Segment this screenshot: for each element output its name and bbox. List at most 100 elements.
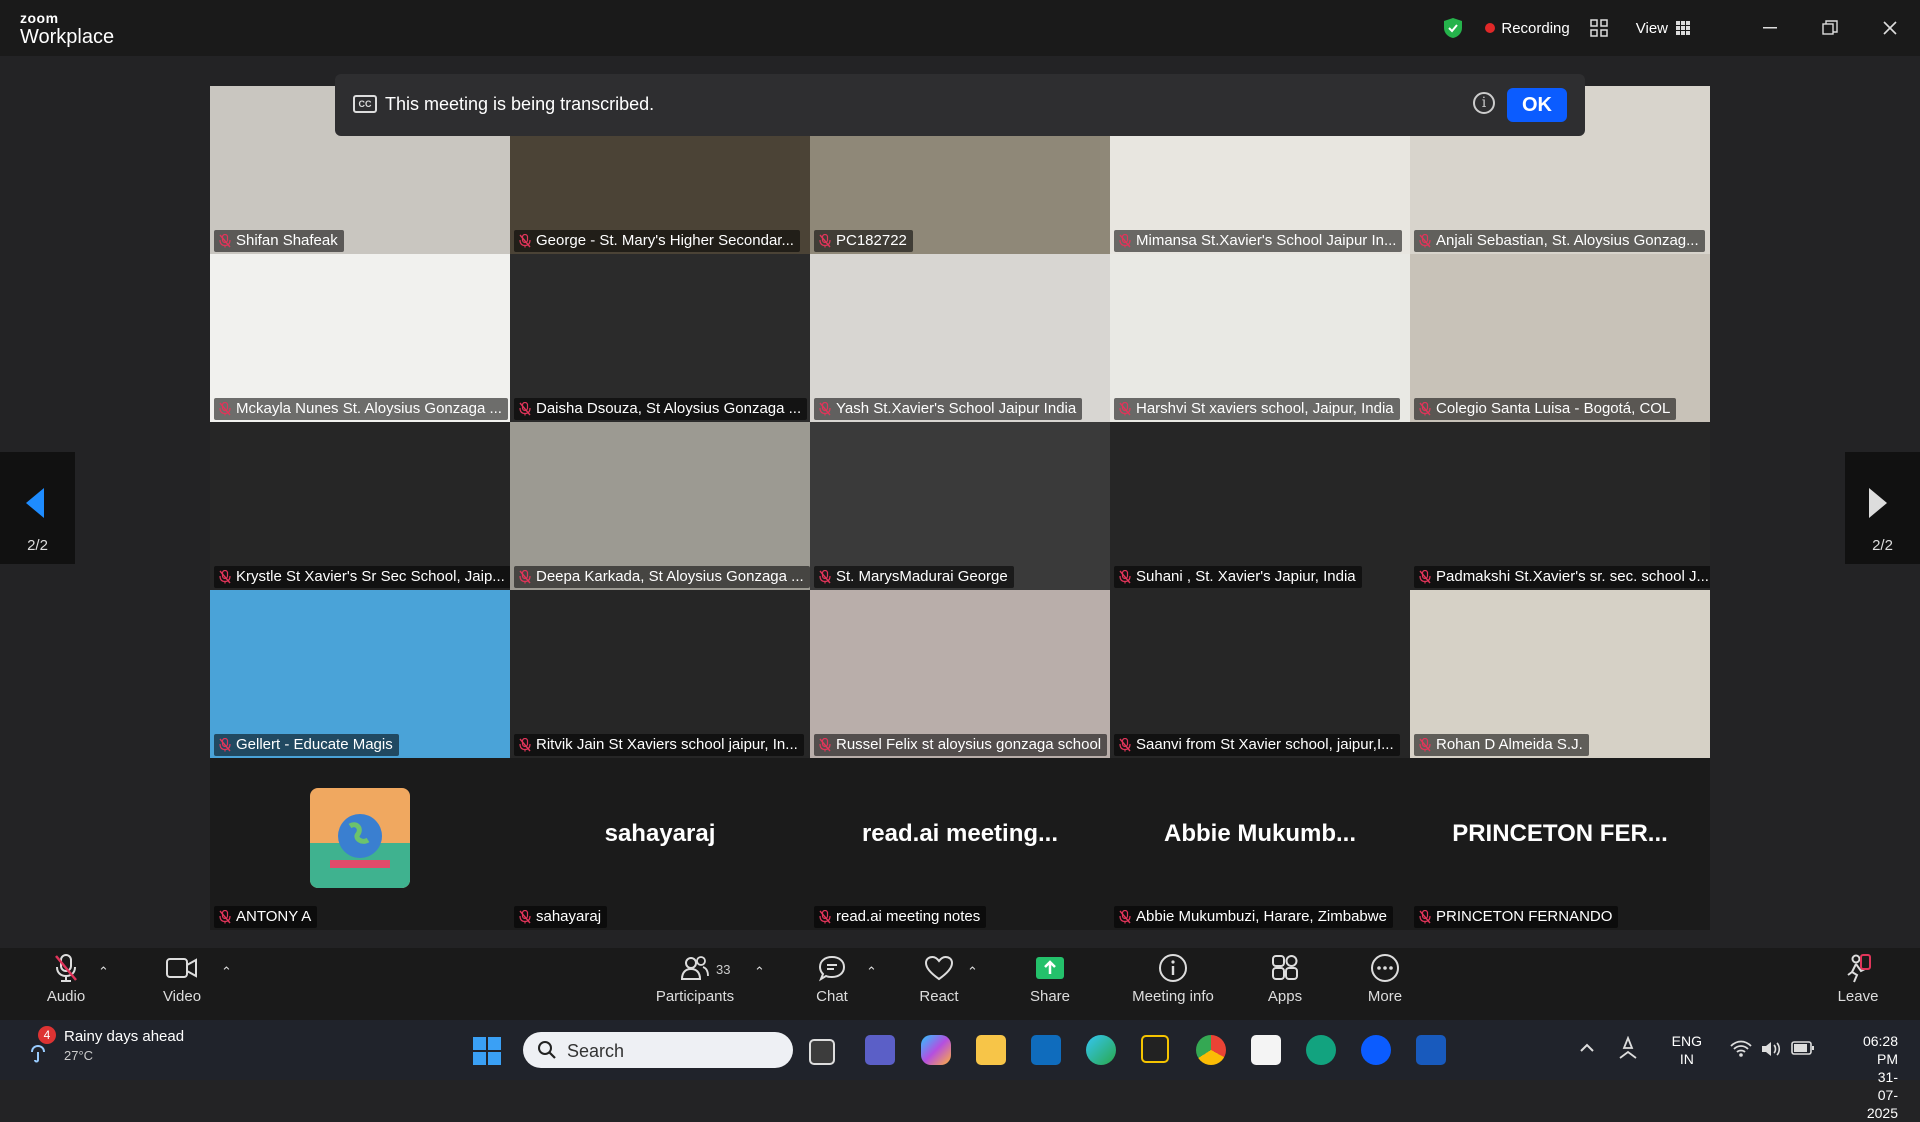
view-button[interactable]: View [1636,20,1690,37]
arrow-right-icon [1869,488,1887,518]
close-button[interactable] [1860,0,1920,56]
participants-count: 33 [716,962,731,977]
participant-name: Deepa Karkada, St Aloysius Gonzaga ... [514,566,810,588]
video-tile[interactable]: Ritvik Jain St Xaviers school jaipur, In… [510,590,810,758]
file-explorer-icon[interactable] [976,1035,1006,1065]
participants-button[interactable]: Participants [650,948,740,1020]
video-tile[interactable]: Gellert - Educate Magis [210,590,510,758]
video-tile[interactable]: Colegio Santa Luisa - Bogotá, COL [1410,254,1710,422]
info-circle-icon [1159,954,1187,982]
system-clock[interactable]: 06:28 PM 31-07-2025 [1863,1032,1898,1122]
participant-name: St. MarysMadurai George [814,566,1014,588]
video-tile[interactable]: Krystle St Xavier's Sr Sec School, Jaip.… [210,422,510,590]
next-page-button[interactable]: 2/2 [1845,452,1920,564]
mic-muted-icon [1419,402,1431,416]
file-transfer-app-icon[interactable] [1251,1035,1281,1065]
more-button[interactable]: More [1340,948,1430,1020]
weather-widget[interactable]: 4 Rainy days ahead 27°C [26,1026,184,1063]
record-dot-icon [1485,23,1496,33]
avatar-tile[interactable]: sahayaraj sahayaraj [510,758,810,930]
share-screen-icon [1036,957,1064,979]
mic-muted-icon [1119,910,1131,924]
participant-display-name: read.ai meeting... [861,820,1059,847]
chat-options-caret[interactable]: ⌃ [866,964,877,980]
info-icon[interactable]: i [1473,92,1495,114]
leave-button[interactable]: Leave [1813,948,1903,1020]
video-camera-icon [166,958,197,978]
participant-name: Padmakshi St.Xavier's sr. sec. school J.… [1414,566,1710,588]
participant-name: Shifan Shafeak [214,230,344,252]
video-tile[interactable]: Padmakshi St.Xavier's sr. sec. school J.… [1410,422,1710,590]
task-view-icon[interactable] [809,1039,835,1065]
avatar-tile[interactable]: PRINCETON FER... PRINCETON FERNANDO [1410,758,1710,930]
video-button[interactable]: Video [137,948,227,1020]
zoom-taskbar-icon[interactable] [1361,1035,1391,1065]
participant-name: Krystle St Xavier's Sr Sec School, Jaip.… [214,566,510,588]
share-button[interactable]: Share [1005,948,1095,1020]
avatar-tile[interactable]: read.ai meeting... read.ai meeting notes [810,758,1110,930]
closed-caption-icon: CC [353,95,377,113]
edge-icon[interactable] [1086,1035,1116,1065]
chat-button[interactable]: Chat [787,948,877,1020]
rain-icon [31,1044,45,1063]
participant-name: Anjali Sebastian, St. Aloysius Gonzag... [1414,230,1705,252]
video-tile[interactable]: Russel Felix st aloysius gonzaga school [810,590,1110,758]
restore-button[interactable] [1800,0,1860,56]
taskbar-search-box[interactable]: Search [523,1032,793,1068]
chat-icon [818,955,846,982]
apps-button[interactable]: Apps [1240,948,1330,1020]
video-tile[interactable]: Daisha Dsouza, St Aloysius Gonzaga ... [510,254,810,422]
participant-name: Gellert - Educate Magis [214,734,399,756]
sticky-notes-icon[interactable] [1141,1035,1169,1063]
mic-muted-icon [219,402,231,416]
gallery-view-icon [1676,21,1690,35]
participant-name: sahayaraj [514,906,608,928]
mic-muted-icon [519,234,531,248]
video-tile[interactable]: Harshvi St xaviers school, Jaipur, India [1110,254,1410,422]
video-tile[interactable]: Rohan D Almeida S.J. [1410,590,1710,758]
ok-button[interactable]: OK [1507,88,1567,122]
mic-muted-icon [219,738,231,752]
grid-icon[interactable] [1590,19,1608,37]
chrome-icon[interactable] [1196,1035,1226,1065]
participant-display-name: PRINCETON FER... [1452,820,1668,847]
wifi-icon[interactable] [1730,1040,1752,1058]
recording-indicator[interactable]: Recording [1485,20,1570,37]
chevron-up-icon[interactable] [1579,1042,1595,1052]
video-tile[interactable]: St. MarysMadurai George [810,422,1110,590]
mic-muted-icon [1419,910,1431,924]
participant-name: PC182722 [814,230,913,252]
video-tile[interactable]: Deepa Karkada, St Aloysius Gonzaga ... [510,422,810,590]
shield-icon[interactable] [1443,17,1463,39]
location-icon[interactable] [1616,1036,1640,1062]
participant-name: ANTONY A [214,906,318,928]
participant-name: Rohan D Almeida S.J. [1414,734,1589,756]
previous-page-button[interactable]: 2/2 [0,452,75,564]
video-tile[interactable]: Mckayla Nunes St. Aloysius Gonzaga ... [210,254,510,422]
video-tile[interactable]: Yash St.Xavier's School Jaipur India [810,254,1110,422]
minimize-button[interactable] [1740,0,1800,56]
avatar-tile[interactable]: ANTONY A [210,758,510,930]
language-indicator[interactable]: ENG IN [1672,1032,1702,1068]
mic-muted-icon [519,570,531,584]
meeting-info-button[interactable]: Meeting info [1127,948,1219,1020]
audio-options-caret[interactable]: ⌃ [98,964,109,980]
chatgpt-icon[interactable] [1306,1035,1336,1065]
video-tile[interactable]: Suhani , St. Xavier's Japiur, India [1110,422,1410,590]
teams-icon[interactable] [865,1035,895,1065]
more-icon [1371,954,1399,982]
react-button[interactable]: React [894,948,984,1020]
battery-icon[interactable] [1791,1041,1815,1055]
outlook-icon[interactable] [1031,1035,1061,1065]
video-tile[interactable]: Saanvi from St Xavier school, jaipur,I..… [1110,590,1410,758]
volume-icon[interactable] [1760,1040,1782,1058]
mic-muted-icon [1119,738,1131,752]
video-options-caret[interactable]: ⌃ [221,964,232,980]
avatar-tile[interactable]: Abbie Mukumb... Abbie Mukumbuzi, Harare, … [1110,758,1410,930]
windows-start-icon[interactable] [473,1037,501,1065]
word-icon[interactable] [1416,1035,1446,1065]
participants-options-caret[interactable]: ⌃ [754,964,765,980]
audio-button[interactable]: Audio [21,948,111,1020]
react-options-caret[interactable]: ⌃ [967,964,978,980]
copilot-icon[interactable] [921,1035,951,1065]
